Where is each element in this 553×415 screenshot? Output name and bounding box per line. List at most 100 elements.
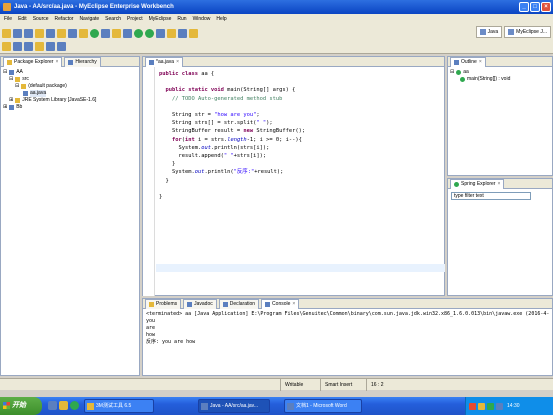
- code-line: String str = "how are you";: [159, 112, 260, 119]
- tree-node-src[interactable]: ⊟ src: [3, 76, 137, 83]
- window-titlebar: Java - AA/src/aa.java - MyEclipse Enterp…: [0, 0, 553, 14]
- run-icon[interactable]: [145, 28, 154, 38]
- perspective-java[interactable]: Java: [475, 26, 503, 38]
- tab-declaration[interactable]: Declaration: [218, 298, 260, 309]
- close-button[interactable]: ×: [541, 2, 551, 12]
- outline-item-class[interactable]: ⊟ aa: [450, 69, 550, 76]
- run-server-icon[interactable]: [90, 28, 99, 38]
- tab-javadoc[interactable]: Javadoc: [183, 298, 217, 309]
- console-line: you: [146, 318, 156, 324]
- search-icon[interactable]: [189, 28, 198, 38]
- hierarchy-icon: [68, 59, 74, 65]
- project-icon: [9, 70, 15, 75]
- console-output[interactable]: <terminated> aa [Java Application] E:\Pr…: [143, 309, 552, 348]
- media-icon[interactable]: [70, 401, 79, 410]
- last-edit-icon[interactable]: [35, 41, 44, 51]
- perspective-switcher: Java MyEclipse J...: [475, 26, 551, 38]
- code-line: result.append(" "+strs[i]);: [159, 153, 267, 160]
- menu-file[interactable]: File: [4, 14, 12, 24]
- menu-navigate[interactable]: Navigate: [79, 14, 99, 24]
- task-button-word[interactable]: 文档1 - Microsoft Word: [284, 399, 362, 413]
- close-icon[interactable]: ×: [497, 180, 500, 189]
- browser-icon[interactable]: [101, 28, 110, 38]
- problems-icon: [149, 301, 154, 307]
- current-line-highlight: [156, 264, 445, 272]
- tray-icon[interactable]: [478, 402, 485, 410]
- tree-node-aa-java[interactable]: aa.java: [3, 90, 137, 97]
- java-perspective-icon: [479, 29, 486, 35]
- new-icon[interactable]: [2, 28, 11, 38]
- close-icon[interactable]: ×: [55, 58, 58, 67]
- next-annotation-icon[interactable]: [13, 41, 22, 51]
- print-icon[interactable]: [24, 28, 33, 38]
- debug-icon[interactable]: [134, 28, 143, 38]
- tab-problems[interactable]: Problems: [145, 298, 182, 309]
- tree-node-project-bb[interactable]: ⊞ Bb: [3, 104, 137, 111]
- menu-run[interactable]: Run: [177, 14, 186, 24]
- network-icon[interactable]: [487, 402, 494, 410]
- code-line: }: [159, 177, 169, 184]
- tab-spring-explorer[interactable]: Spring Explorer ×: [450, 178, 505, 189]
- prev-annotation-icon[interactable]: [24, 41, 33, 51]
- quick-launch: [48, 401, 79, 410]
- tree-node-project-aa[interactable]: ⊟ AA: [3, 69, 137, 76]
- menu-project[interactable]: Project: [127, 14, 143, 24]
- clock[interactable]: 14:30: [507, 403, 520, 409]
- menu-source[interactable]: Source: [33, 14, 49, 24]
- minimize-button[interactable]: _: [519, 2, 529, 12]
- tab-package-explorer[interactable]: Package Explorer ×: [3, 56, 63, 67]
- open-type-icon[interactable]: [178, 28, 187, 38]
- task-button-test-tool[interactable]: 3M测试工具 6.5: [84, 399, 154, 413]
- tab-editor-aa-java[interactable]: *aa.java ×: [145, 56, 183, 67]
- close-icon[interactable]: ×: [176, 58, 179, 67]
- external-tools-icon[interactable]: [156, 28, 165, 38]
- wizard-icon[interactable]: [112, 28, 121, 38]
- public-method-icon: [460, 77, 465, 82]
- close-icon[interactable]: ×: [292, 300, 295, 309]
- perspective-myeclipse[interactable]: MyEclipse J...: [504, 26, 551, 38]
- menu-window[interactable]: Window: [193, 14, 211, 24]
- deploy-icon[interactable]: [57, 28, 66, 38]
- tab-outline[interactable]: Outline ×: [450, 56, 486, 67]
- back-icon[interactable]: [46, 41, 55, 51]
- new-class-icon[interactable]: [167, 28, 176, 38]
- code-line: String strs[] = str.split(" ");: [159, 120, 273, 127]
- maximize-button[interactable]: □: [530, 2, 540, 12]
- menu-search[interactable]: Search: [105, 14, 121, 24]
- settings-icon[interactable]: [123, 28, 132, 38]
- server-icon[interactable]: [46, 28, 55, 38]
- menu-help[interactable]: Help: [216, 14, 226, 24]
- volume-icon[interactable]: [496, 402, 503, 410]
- task-button-myeclipse[interactable]: Java - AA/src/aa.jav...: [198, 399, 270, 413]
- word-icon: [287, 403, 294, 410]
- menu-myeclipse[interactable]: MyEclipse: [149, 14, 172, 24]
- project-icon: [9, 105, 15, 110]
- database-icon[interactable]: [68, 28, 77, 38]
- ie-icon[interactable]: [48, 401, 57, 410]
- code-area[interactable]: public class aa { public static void mai…: [159, 70, 305, 201]
- web-icon[interactable]: [79, 28, 88, 38]
- tree-node-jre-library[interactable]: ⊞ JRE System Library [JavaSE-1.6]: [3, 97, 137, 104]
- spring-leaf-icon: [454, 181, 459, 187]
- folder-icon[interactable]: [59, 401, 68, 410]
- tree-node-default-package[interactable]: ⊟ (default package): [3, 83, 137, 90]
- open-folder-icon[interactable]: [35, 28, 44, 38]
- close-icon[interactable]: ×: [479, 58, 482, 67]
- annotation-icon[interactable]: [2, 41, 11, 51]
- menubar: File Edit Source Refactor Navigate Searc…: [0, 14, 553, 24]
- menu-edit[interactable]: Edit: [18, 14, 27, 24]
- console-line: 反序: you are how: [146, 339, 196, 345]
- tab-hierarchy[interactable]: Hierarchy: [64, 56, 101, 67]
- forward-icon[interactable]: [57, 41, 66, 51]
- project-tree: ⊟ AA ⊟ src ⊟ (default package) aa.java ⊞ JRE…: [1, 67, 139, 113]
- ime-icon[interactable]: [469, 402, 476, 410]
- tab-console[interactable]: Console ×: [261, 298, 300, 309]
- spring-filter-input[interactable]: type filter text: [451, 192, 531, 200]
- outline-item-method[interactable]: main(String[]) : void: [450, 76, 550, 83]
- menu-refactor[interactable]: Refactor: [55, 14, 74, 24]
- start-button[interactable]: 开始: [0, 397, 42, 415]
- code-line: for(int i = strs.length-1; i >= 0; i--){: [171, 136, 302, 143]
- save-icon[interactable]: [13, 28, 22, 38]
